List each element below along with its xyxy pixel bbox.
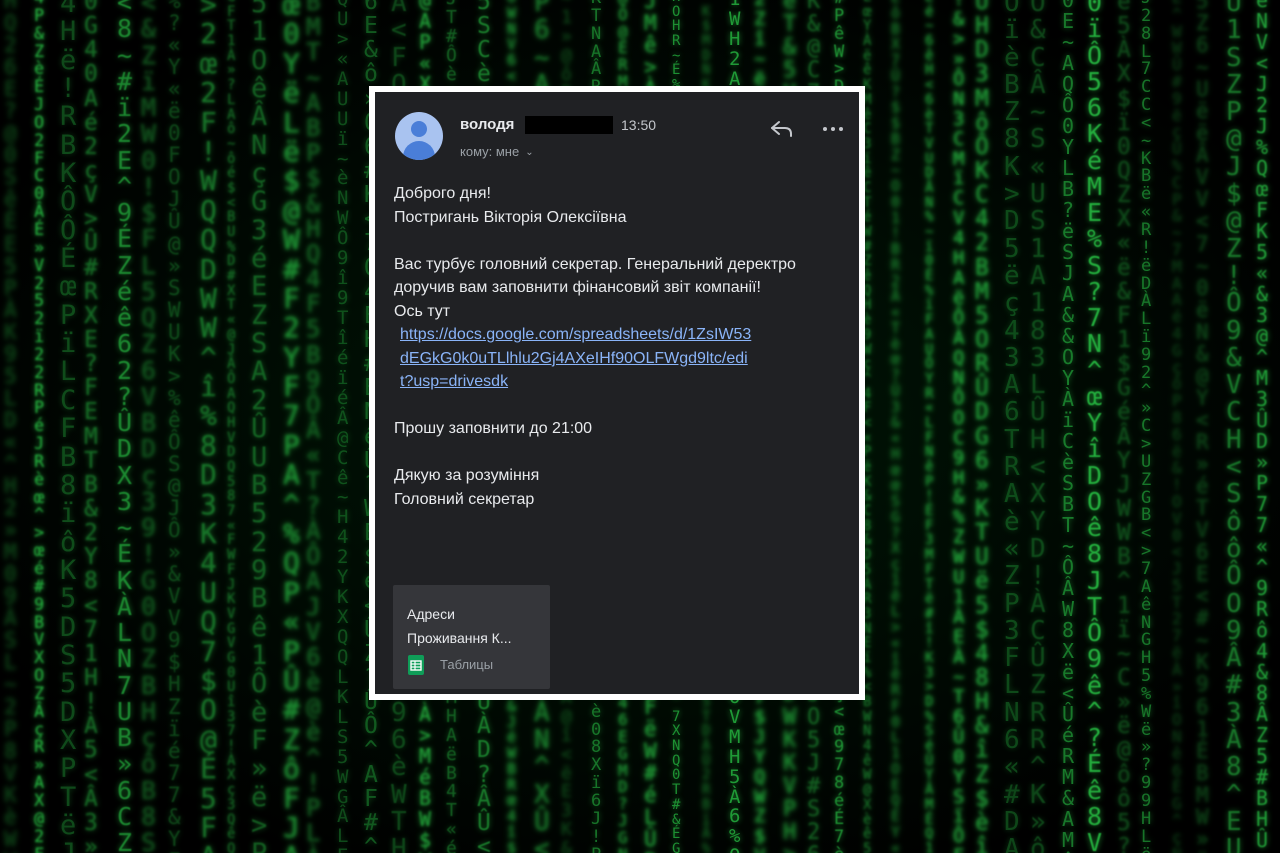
addressee: Постригань Вікторія Олексіївна — [394, 208, 627, 226]
spreadsheet-link[interactable]: https://docs.google.com/spreadsheets/d/1… — [394, 323, 760, 394]
redacted-surname — [525, 116, 613, 134]
signature: Головний секретар — [394, 490, 535, 508]
email-header: володя 13:50 кому: мне ⌄ — [375, 92, 859, 172]
thanks-text: Дякую за розуміння — [394, 467, 540, 484]
here-label: Ось тут — [394, 302, 451, 320]
sender-avatar[interactable] — [395, 112, 443, 160]
attachment-name: Адреси Проживання К... — [407, 606, 512, 646]
attachment-type-label: Таблицы — [440, 657, 494, 672]
recipient-toggle[interactable]: кому: мне ⌄ — [460, 144, 534, 159]
greeting: Доброго дня! — [394, 185, 491, 202]
chevron-down-icon: ⌄ — [525, 147, 534, 158]
reply-icon[interactable] — [769, 119, 795, 139]
message-time: 13:50 — [621, 117, 657, 133]
avatar-person-icon — [411, 121, 427, 137]
attachment-chip[interactable]: Адреси Проживання К... Таблицы — [393, 585, 550, 689]
recipient-label: кому: мне — [460, 144, 520, 159]
more-options-icon[interactable] — [821, 120, 845, 138]
message-body: Доброго дня! Постригань Вікторія Олексії… — [394, 182, 834, 535]
paragraph-text: Вас турбує головний секретар. Генеральни… — [394, 255, 796, 297]
email-message-card: володя 13:50 кому: мне ⌄ Доброго дня! Пос… — [369, 86, 865, 700]
deadline-text: Прошу заповнити до 21:00 — [394, 420, 593, 437]
google-sheets-icon — [408, 655, 424, 675]
sender-name[interactable]: володя — [460, 116, 514, 133]
